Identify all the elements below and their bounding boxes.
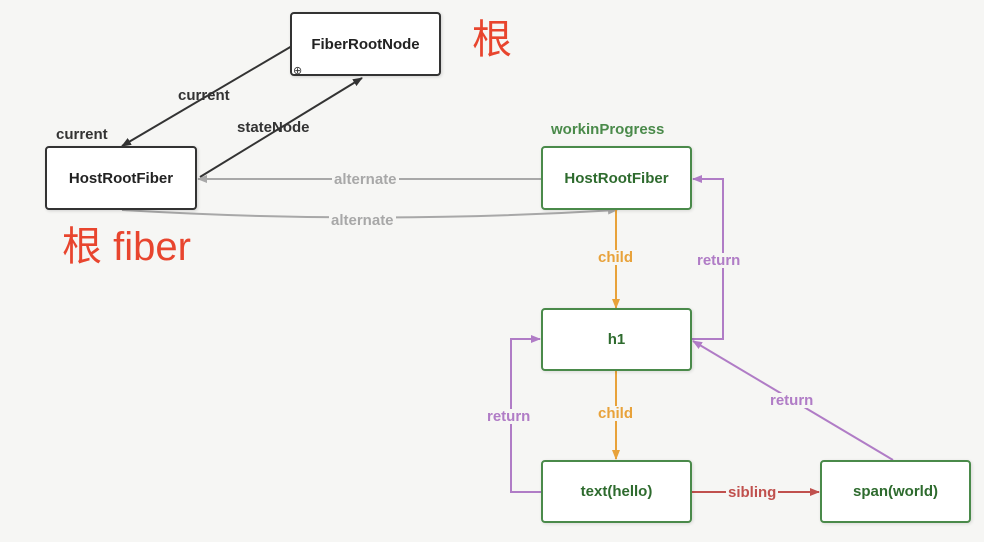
h1-node[interactable]: h1: [541, 308, 692, 371]
label-child-1: child: [596, 249, 636, 266]
fiber-root-node[interactable]: FiberRootNode: [290, 12, 441, 76]
wip-host-root-fiber[interactable]: HostRootFiber: [541, 146, 692, 210]
label-return-3: return: [768, 392, 816, 409]
label-child-2: child: [596, 405, 636, 422]
label-sibling: sibling: [726, 484, 779, 501]
span-world-node[interactable]: span(world): [820, 460, 971, 523]
label-alternate-top: alternate: [332, 171, 399, 188]
text-hello-node[interactable]: text(hello): [541, 460, 692, 523]
label-return-1: return: [695, 252, 743, 269]
label-current-edge: current: [178, 87, 230, 104]
label-alternate-bottom: alternate: [329, 212, 396, 229]
label-current-pointer: current: [56, 126, 108, 143]
label-return-2: return: [485, 408, 533, 425]
annotation-root-fiber: 根 fiber: [62, 225, 191, 269]
fiber-tree-diagram: FiberRootNode ⊕ HostRootFiber HostRootFi…: [0, 0, 984, 542]
label-workin-progress: workinProgress: [551, 121, 665, 138]
label-state-node: stateNode: [237, 119, 310, 136]
annotation-root: 根: [472, 18, 512, 62]
zoom-in-icon[interactable]: ⊕: [293, 64, 302, 77]
current-host-root-fiber[interactable]: HostRootFiber: [45, 146, 197, 210]
